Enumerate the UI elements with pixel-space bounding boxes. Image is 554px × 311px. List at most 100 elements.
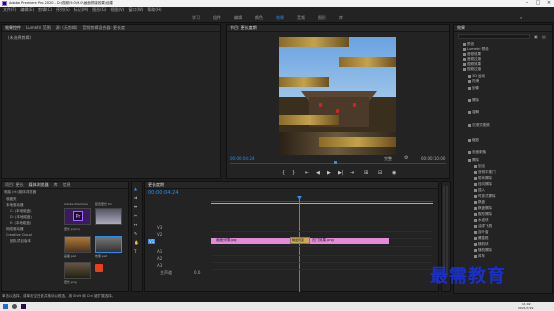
- effects-tree-item[interactable]: 带状擦除: [474, 176, 492, 181]
- program-fit-select[interactable]: 完整: [384, 156, 392, 162]
- effects-tree-item[interactable]: 擦除: [468, 98, 479, 103]
- play-icon[interactable]: ▶: [327, 170, 331, 176]
- type-tool-icon[interactable]: T: [134, 250, 138, 254]
- mark-out-icon[interactable]: }: [292, 170, 295, 176]
- premiere-taskbar-icon[interactable]: [21, 304, 26, 309]
- effects-tree-item[interactable]: 划像: [468, 86, 479, 91]
- overwrite-icon[interactable]: ⊟: [378, 170, 382, 176]
- media-thumb-image[interactable]: [95, 208, 122, 225]
- effects-tree-item[interactable]: 楔形擦除: [474, 212, 492, 217]
- tab-libraries[interactable]: 库: [54, 182, 58, 188]
- track-label-a1[interactable]: A1: [157, 249, 162, 254]
- program-title[interactable]: 节目: 更长度期: [230, 25, 257, 31]
- timeline-current-time[interactable]: 00:00:04:24: [148, 190, 179, 196]
- ripple-edit-tool-icon[interactable]: ⇹: [134, 205, 138, 209]
- effects-tree-item[interactable]: 插入: [474, 188, 485, 193]
- go-to-out-icon[interactable]: ⇥: [350, 170, 354, 176]
- tab-lumetri-scopes[interactable]: Lumetri 范围: [26, 25, 51, 31]
- effects-tree-item[interactable]: 随机块: [474, 242, 489, 247]
- tab-info[interactable]: 信息: [63, 182, 71, 188]
- step-back-icon[interactable]: ◀: [316, 170, 320, 176]
- new-item-icon[interactable]: ▤: [542, 34, 546, 39]
- slip-tool-icon[interactable]: ↔: [134, 223, 138, 227]
- media-thumb-image[interactable]: [64, 236, 91, 253]
- program-playhead[interactable]: [334, 161, 337, 164]
- timeline-title[interactable]: 更长度期: [148, 182, 164, 188]
- effects-tree-item[interactable]: 百叶窗: [474, 230, 489, 235]
- tab-media-browser[interactable]: 媒体浏览器: [29, 182, 49, 188]
- track-label-v3[interactable]: V3: [157, 225, 162, 230]
- media-thumb-image[interactable]: [64, 262, 91, 279]
- clip-a-label[interactable]: 画面分隔.jpg: [216, 238, 237, 243]
- effects-tree-item[interactable]: 棋盘: [474, 200, 485, 205]
- maximize-icon[interactable]: □: [533, 0, 543, 7]
- effects-tree-item[interactable]: 视频过渡: [463, 67, 481, 72]
- search-taskbar-icon[interactable]: [12, 304, 17, 309]
- export-frame-icon[interactable]: ◉: [392, 170, 396, 176]
- workspace-audio[interactable]: 音频: [297, 15, 305, 21]
- program-scrub-bar[interactable]: [230, 163, 446, 164]
- effects-tree-item-wipe[interactable]: 擦除: [468, 158, 479, 163]
- media-thumb-premiere[interactable]: Pr: [64, 208, 91, 225]
- close-icon[interactable]: ×: [544, 0, 554, 7]
- track-label-v1[interactable]: V1: [148, 239, 156, 244]
- tree-local-drives[interactable]: 本地驱动器: [6, 203, 24, 208]
- tab-audio-mixer[interactable]: 音频剪辑混合器: 更长度: [82, 25, 125, 31]
- effects-search-input[interactable]: [458, 34, 530, 39]
- effects-tree-item[interactable]: 水波块: [474, 218, 489, 223]
- workspace-color[interactable]: 颜色: [255, 15, 263, 21]
- work-area-bar[interactable]: [211, 203, 433, 204]
- timeline-playhead[interactable]: [299, 197, 300, 292]
- effects-tree-item[interactable]: 内滑: [468, 79, 479, 84]
- program-current-time[interactable]: 00:00:04:24: [230, 156, 254, 161]
- effects-tree-item[interactable]: 沉浸式视频: [468, 123, 490, 128]
- minimize-icon[interactable]: –: [522, 0, 532, 7]
- tree-drive-c[interactable]: C: (本地磁盘): [10, 209, 31, 214]
- track-label-a3[interactable]: A3: [157, 263, 162, 268]
- selection-tool-icon[interactable]: ▲: [134, 187, 138, 191]
- workspace-editing[interactable]: 编辑: [234, 15, 242, 21]
- track-select-tool-icon[interactable]: ⇉: [134, 196, 138, 200]
- effects-tree-item[interactable]: 径向擦除: [474, 182, 492, 187]
- go-to-in-icon[interactable]: ⇤: [305, 170, 309, 176]
- search-icon[interactable]: ⌕: [520, 15, 522, 20]
- razor-tool-icon[interactable]: ✂: [134, 214, 138, 218]
- tab-effect-controls[interactable]: 效果控件: [5, 25, 21, 31]
- tree-network-drives[interactable]: 网络驱动器: [6, 227, 24, 232]
- effects-tree-item[interactable]: 随机擦除: [474, 248, 492, 253]
- effects-tree-item[interactable]: 溶解: [468, 110, 479, 115]
- hand-tool-icon[interactable]: ✋: [134, 241, 139, 245]
- tree-favorites[interactable]: 收藏夹: [6, 197, 17, 202]
- transition-label[interactable]: 棋盘划变: [292, 238, 304, 242]
- pen-tool-icon[interactable]: ✎: [134, 232, 138, 236]
- effects-tree-item[interactable]: 页面剥落: [468, 150, 486, 155]
- workspace-effects[interactable]: 效果: [276, 15, 284, 21]
- mark-in-icon[interactable]: {: [282, 170, 285, 176]
- tab-source[interactable]: 源: (无剪辑): [56, 25, 78, 31]
- tab-project[interactable]: 项目: 更长: [5, 182, 24, 188]
- master-volume-value[interactable]: 0.0: [194, 270, 200, 275]
- effects-tree-item[interactable]: 双侧平推门: [474, 170, 496, 175]
- wrench-icon[interactable]: ⚙: [404, 155, 408, 161]
- clip-b-label[interactable]: 石门效果.png: [312, 238, 334, 243]
- tree-drive-e[interactable]: E: (本地磁盘): [10, 221, 31, 226]
- workspace-libraries[interactable]: 库: [339, 15, 343, 21]
- tree-team-projects[interactable]: 团队项目版本: [10, 239, 31, 244]
- workspace-graphics[interactable]: 图形: [318, 15, 326, 21]
- new-bin-icon[interactable]: ▣: [534, 34, 538, 39]
- workspace-assembly[interactable]: 组件: [213, 15, 221, 21]
- insert-icon[interactable]: ⊞: [364, 170, 368, 176]
- windows-start-icon[interactable]: [3, 304, 8, 309]
- effects-tree-item[interactable]: 划出: [474, 164, 485, 169]
- effects-tree-item[interactable]: 时钟式擦除: [474, 194, 496, 199]
- timeline-ruler[interactable]: [211, 197, 433, 202]
- tree-creative-cloud[interactable]: Creative Cloud: [6, 233, 32, 237]
- tree-drive-d[interactable]: D: (本地磁盘): [10, 215, 32, 220]
- effects-tree-item[interactable]: 螺旋框: [474, 236, 489, 241]
- effects-tree-item[interactable]: 油漆飞溅: [474, 224, 492, 229]
- effects-tree-item[interactable]: 风车: [474, 254, 485, 259]
- media-thumb-image-selected[interactable]: [95, 236, 122, 253]
- workspace-learn[interactable]: 学习: [192, 15, 200, 21]
- effects-tree-item[interactable]: 棋盘擦除: [474, 206, 492, 211]
- step-forward-icon[interactable]: ▶|: [338, 170, 344, 176]
